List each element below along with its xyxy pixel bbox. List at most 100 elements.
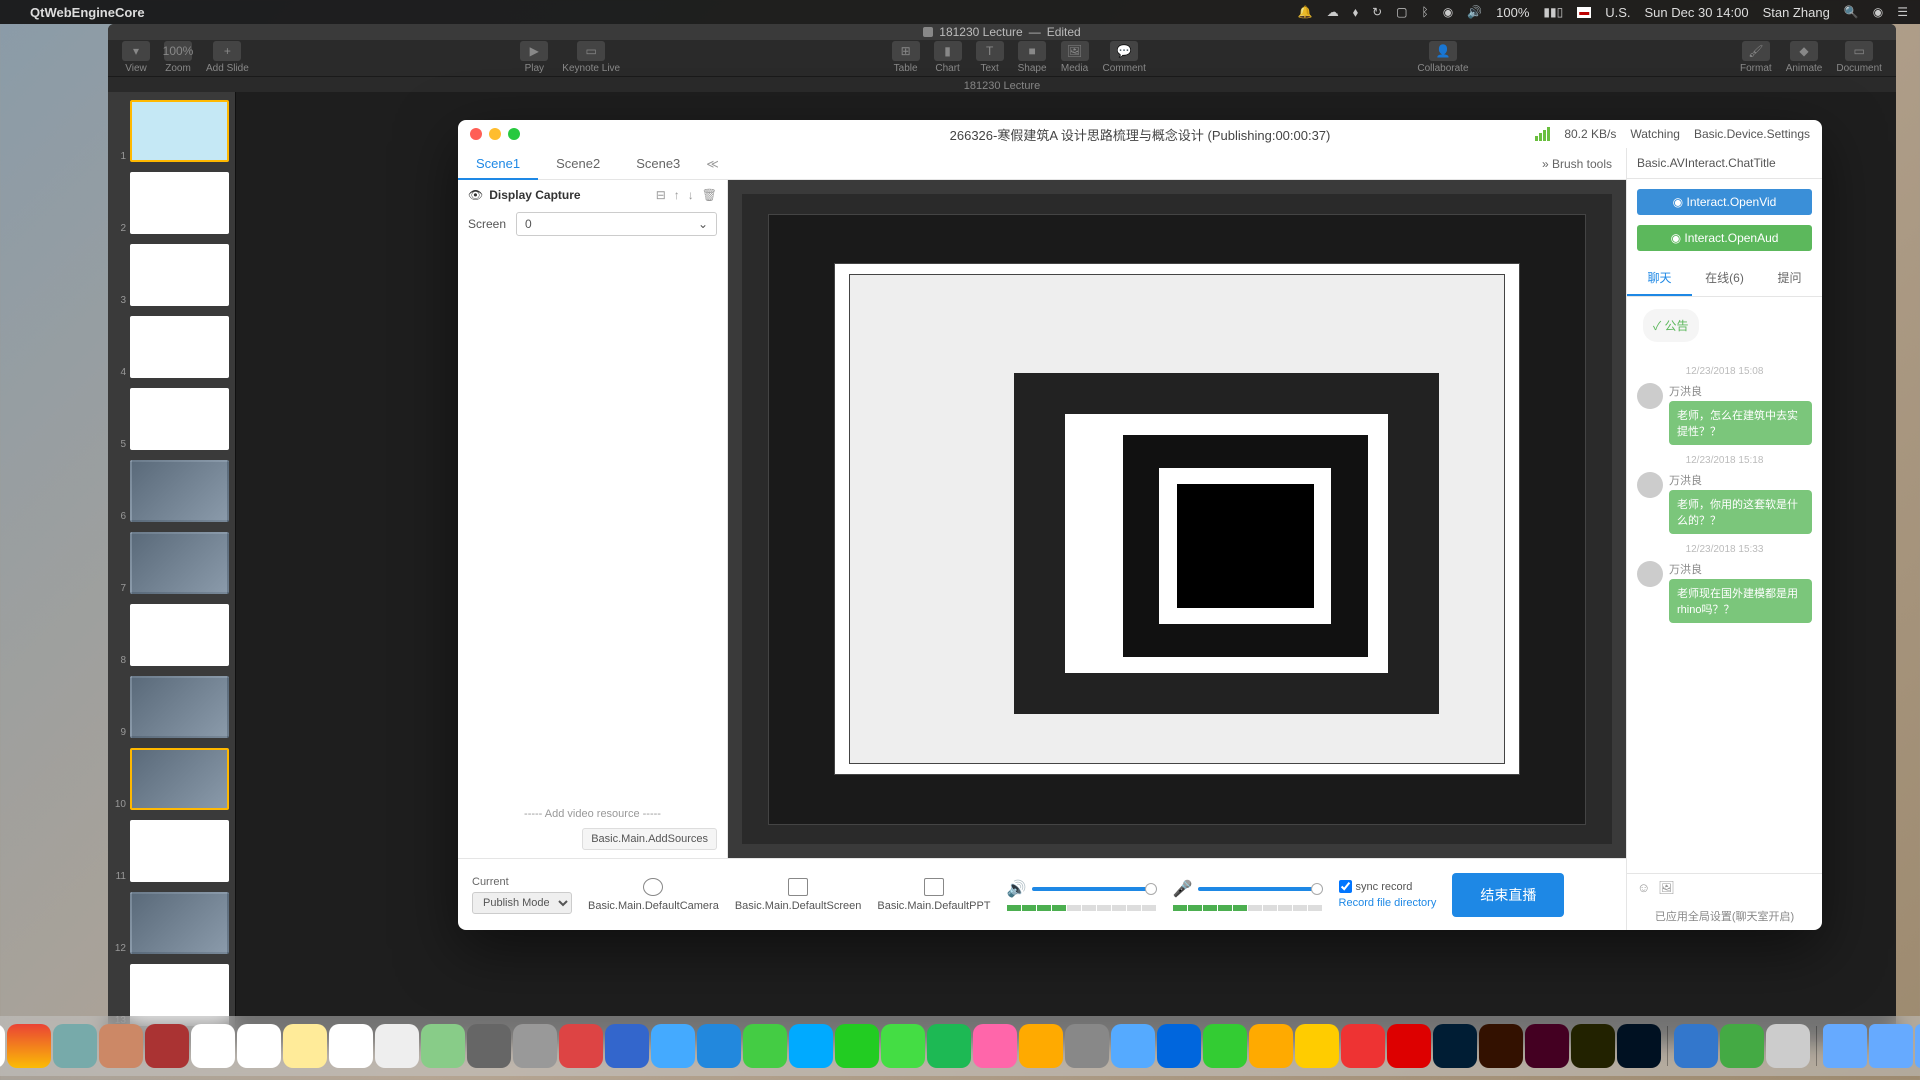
dock-app5[interactable] (1674, 1024, 1718, 1068)
input-locale[interactable]: U.S. (1605, 5, 1630, 20)
dock-photoshop[interactable] (1433, 1024, 1477, 1068)
publish-mode-select[interactable]: Publish Mode (472, 892, 572, 914)
dock-skype[interactable] (789, 1024, 833, 1068)
image-icon[interactable]: 🖼 (1658, 880, 1675, 896)
view-tool[interactable]: ▾View (122, 41, 150, 74)
chart-tool[interactable]: ▮Chart (934, 41, 962, 74)
maximize-button[interactable] (508, 128, 520, 140)
dock-folder3[interactable] (1915, 1024, 1920, 1068)
dock-app1[interactable] (559, 1024, 603, 1068)
bluetooth-icon[interactable]: ᛒ (1422, 5, 1429, 19)
chat-tab-question[interactable]: 提问 (1757, 261, 1822, 296)
slide-thumb-6[interactable] (130, 460, 229, 522)
dock-wechat2[interactable] (881, 1024, 925, 1068)
volume-icon[interactable]: 🔊 (1467, 5, 1482, 19)
dock-dictionary[interactable] (145, 1024, 189, 1068)
table-tool[interactable]: ⊞Table (892, 41, 920, 74)
dock-mail[interactable] (1111, 1024, 1155, 1068)
play-tool[interactable]: ▶Play (520, 41, 548, 74)
keynote-live-tool[interactable]: ▭Keynote Live (562, 41, 620, 74)
slide-thumb-9[interactable] (130, 676, 229, 738)
display-icon[interactable]: ▢ (1396, 5, 1407, 19)
end-live-button[interactable]: 结束直播 (1452, 873, 1564, 917)
scene-tab-3[interactable]: Scene3 (618, 148, 698, 180)
dropbox-icon[interactable]: ⬧ (1353, 5, 1358, 20)
dock-photos[interactable] (191, 1024, 235, 1068)
move-down-icon[interactable]: ↓ (688, 188, 694, 202)
move-up-icon[interactable]: ↑ (674, 188, 680, 202)
wifi-icon[interactable]: ◉ (1443, 5, 1453, 19)
slide-thumb-11[interactable] (130, 820, 229, 882)
dock-preview[interactable] (53, 1024, 97, 1068)
minimize-button[interactable] (489, 128, 501, 140)
datetime[interactable]: Sun Dec 30 14:00 (1645, 5, 1749, 20)
dock-keynote[interactable] (1157, 1024, 1201, 1068)
emoji-icon[interactable]: ☺ (1637, 880, 1650, 896)
dock-chrome[interactable] (7, 1024, 51, 1068)
open-video-button[interactable]: ◉ Interact.OpenVid (1637, 189, 1812, 215)
cloud-icon[interactable]: ☁ (1327, 5, 1339, 19)
device-settings-link[interactable]: Basic.Device.Settings (1694, 127, 1810, 141)
dock-quicktime[interactable] (467, 1024, 511, 1068)
default-camera-button[interactable]: Basic.Main.DefaultCamera (588, 878, 719, 912)
chat-tab-chat[interactable]: 聊天 (1627, 261, 1692, 296)
announcement-badge[interactable]: ✓ 公告 (1643, 309, 1699, 342)
add-slide-tool[interactable]: +Add Slide (206, 41, 249, 74)
dock-app7[interactable] (1766, 1024, 1810, 1068)
dock-wechat1[interactable] (835, 1024, 879, 1068)
slide-navigator[interactable]: 1 2 3 4 5 6 7 8 9 10 11 12 13 (108, 92, 236, 1044)
format-tool[interactable]: 🖌Format (1740, 41, 1772, 74)
dock-muse[interactable] (1571, 1024, 1615, 1068)
dock-messages[interactable] (743, 1024, 787, 1068)
battery-percent[interactable]: 100% (1496, 5, 1529, 20)
close-button[interactable] (470, 128, 482, 140)
slide-thumb-7[interactable] (130, 532, 229, 594)
slide-thumb-10[interactable] (130, 748, 229, 810)
document-tool[interactable]: ▭Document (1836, 41, 1882, 74)
open-audio-button[interactable]: ◉ Interact.OpenAud (1637, 225, 1812, 251)
zoom-tool[interactable]: 100%Zoom (164, 41, 192, 74)
dock-numbers[interactable] (1203, 1024, 1247, 1068)
dock-lightroom[interactable] (1617, 1024, 1661, 1068)
dock-acrobat[interactable] (1387, 1024, 1431, 1068)
scene-tab-2[interactable]: Scene2 (538, 148, 618, 180)
user-name[interactable]: Stan Zhang (1763, 5, 1830, 20)
screen-dropdown[interactable]: 0 ⌄ (516, 212, 717, 236)
dock-ibooks[interactable] (1019, 1024, 1063, 1068)
slide-thumb-3[interactable] (130, 244, 229, 306)
slide-thumb-5[interactable] (130, 388, 229, 450)
slide-thumb-4[interactable] (130, 316, 229, 378)
dock-app6[interactable] (1720, 1024, 1764, 1068)
dock-maps[interactable] (421, 1024, 465, 1068)
keynote-tab[interactable]: 181230 Lecture (108, 77, 1896, 92)
animate-tool[interactable]: ◆Animate (1786, 41, 1823, 74)
spotlight-icon[interactable]: 🔍 (1844, 5, 1859, 19)
dock-pages[interactable] (1249, 1024, 1293, 1068)
dock-settings[interactable] (1065, 1024, 1109, 1068)
flag-icon[interactable]: ▬ (1577, 7, 1591, 18)
default-screen-button[interactable]: Basic.Main.DefaultScreen (735, 878, 862, 912)
mic-volume[interactable]: 🎤 (1173, 879, 1323, 911)
avatar[interactable] (1637, 383, 1663, 409)
dock-safari[interactable] (0, 1024, 5, 1068)
app-name[interactable]: QtWebEngineCore (30, 5, 145, 20)
siri-icon[interactable]: ◉ (1873, 5, 1883, 19)
slide-thumb-12[interactable] (130, 892, 229, 954)
dock-spotify[interactable] (927, 1024, 971, 1068)
avatar[interactable] (1637, 561, 1663, 587)
dock-folder2[interactable] (1869, 1024, 1913, 1068)
delete-icon[interactable]: 🗑 (702, 188, 717, 202)
dock-sketch[interactable] (1295, 1024, 1339, 1068)
avatar[interactable] (1637, 472, 1663, 498)
battery-icon[interactable]: ▮▮▯ (1543, 5, 1563, 19)
chat-tab-online[interactable]: 在线(6) (1692, 261, 1757, 296)
dock-app4[interactable] (1341, 1024, 1385, 1068)
dock-folder1[interactable] (1823, 1024, 1867, 1068)
dock-airdrop[interactable] (513, 1024, 557, 1068)
dock-notes[interactable] (283, 1024, 327, 1068)
dock-app2[interactable] (605, 1024, 649, 1068)
dock-contacts[interactable] (99, 1024, 143, 1068)
slide-thumb-2[interactable] (130, 172, 229, 234)
watching-label[interactable]: Watching (1630, 127, 1680, 141)
dock-textedit[interactable] (375, 1024, 419, 1068)
